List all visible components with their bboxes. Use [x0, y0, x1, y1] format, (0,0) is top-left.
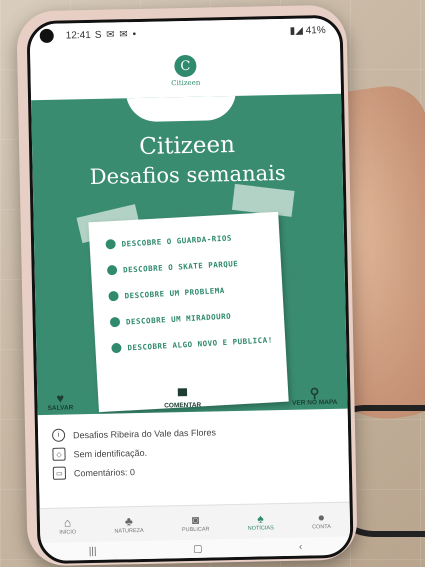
post-title: Desafios Ribeira do Vale das Flores: [72, 426, 217, 440]
notification-icons: S ✉ ✉ •: [94, 28, 138, 41]
battery-level: 41%: [305, 24, 326, 36]
bullet-dot: [106, 264, 118, 276]
comment-icon: ▀: [177, 388, 188, 404]
challenge-item: DESCOBRE ALGO NOVO E PUBLICA!: [111, 334, 275, 354]
bullet-dot: [108, 290, 119, 302]
heart-icon: ♥: [56, 390, 65, 406]
challenge-label: DESCOBRE O GUARDA-RIOS: [121, 232, 233, 249]
bullet-dot: [105, 238, 116, 250]
view-map-label: VER NO MAPA: [292, 398, 338, 407]
save-label: SALVAR: [47, 404, 74, 412]
app-logo-text: Citizeen: [171, 78, 201, 88]
info-icon: i: [51, 428, 66, 442]
app-logo-icon: C: [174, 54, 197, 78]
challenge-item: DESCOBRE UM MIRADOURO: [109, 308, 274, 328]
nav-label: CONTA: [311, 524, 331, 531]
nav-publish[interactable]: ◙ PUBLICAR: [181, 512, 210, 534]
nav-label: PUBLICAR: [181, 526, 210, 534]
recents-icon[interactable]: |||: [89, 545, 97, 556]
save-button[interactable]: ♥ SALVAR: [47, 391, 73, 412]
nav-home[interactable]: ⌂ INÍCIO: [59, 515, 76, 535]
nav-label: NATUREZA: [114, 527, 144, 535]
phone-screen: 12:41 S ✉ ✉ • ▮◢ 41% C Citizeen Citizeen…: [26, 14, 354, 565]
challenge-post-image[interactable]: Citizeen Desafios semanais DESCOBRE O GU…: [31, 93, 348, 416]
comment-count: Comentários: 0: [73, 466, 136, 478]
tag-icon: ◇: [52, 447, 66, 461]
challenge-item: DESCOBRE UM PROBLEMA: [108, 282, 272, 302]
post-identification: Sem identificação.: [73, 447, 148, 459]
bullet-dot: [111, 342, 122, 354]
cloud-decoration: [125, 93, 237, 123]
back-icon[interactable]: ‹: [299, 541, 303, 552]
front-camera: [39, 28, 54, 44]
bell-icon: ♠: [257, 511, 264, 526]
hero-title: Citizeen: [138, 131, 236, 160]
post-info: i Desafios Ribeira do Vale das Flores ◇ …: [37, 408, 350, 495]
challenge-label: DESCOBRE O SKATE PARQUE: [122, 258, 239, 275]
nav-label: INÍCIO: [59, 529, 77, 536]
nav-news[interactable]: ♠ NOTÍCIAS: [247, 511, 274, 532]
hero-subtitle: Desafios semanais: [89, 160, 286, 190]
post-identification-row: ◇ Sem identificação.: [52, 442, 334, 461]
home-button-icon[interactable]: ▢: [193, 543, 203, 554]
post-comments-row[interactable]: ▭ Comentários: 0: [52, 461, 335, 480]
nav-account[interactable]: ● CONTA: [312, 510, 331, 530]
phone: 12:41 S ✉ ✉ • ▮◢ 41% C Citizeen Citizeen…: [16, 4, 358, 567]
home-icon: ⌂: [63, 515, 72, 530]
signal-icon: ▮◢: [289, 24, 306, 37]
challenge-label: DESCOBRE UM MIRADOURO: [125, 311, 232, 326]
view-map-button[interactable]: ⚲ VER NO MAPA: [292, 385, 338, 407]
tree-icon: ♣: [124, 514, 133, 529]
post-action-bar: ♥ SALVAR ▀ COMENTAR ⚲ VER NO MAPA: [37, 375, 348, 415]
camera-icon: ◙: [191, 512, 200, 527]
comment-label: COMENTAR: [164, 401, 202, 410]
challenge-item: DESCOBRE O GUARDA-RIOS: [105, 230, 269, 250]
map-pin-icon: ⚲: [309, 385, 320, 401]
post-title-row: i Desafios Ribeira do Vale das Flores: [51, 423, 334, 442]
nav-label: NOTÍCIAS: [247, 525, 274, 532]
challenge-label: DESCOBRE UM PROBLEMA: [124, 285, 225, 301]
comment-button[interactable]: ▀ COMENTAR: [164, 388, 202, 410]
app-header: C Citizeen: [29, 41, 342, 101]
person-icon: ●: [317, 510, 326, 525]
comment-icon: ▭: [52, 466, 67, 480]
challenge-label: DESCOBRE ALGO NOVO E PUBLICA!: [127, 334, 273, 352]
bullet-dot: [109, 316, 121, 328]
status-time: 12:41: [65, 29, 91, 41]
nav-nature[interactable]: ♣ NATUREZA: [114, 514, 144, 535]
challenge-item: DESCOBRE O SKATE PARQUE: [106, 256, 271, 276]
